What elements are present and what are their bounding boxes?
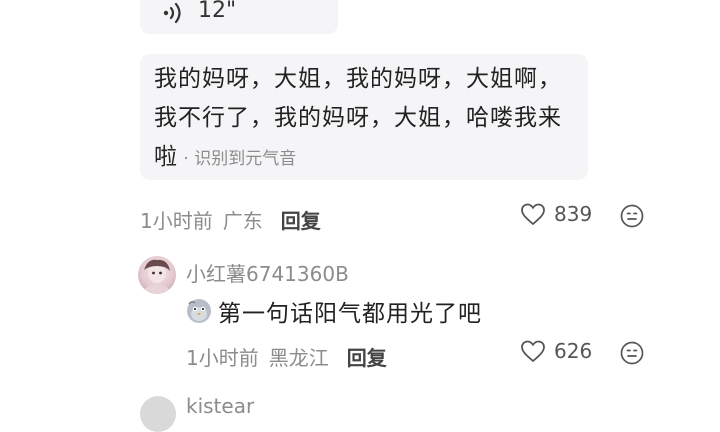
next-comment-avatar[interactable] [140, 396, 176, 432]
transcript-text-block: 我的妈呀，大姐，我的妈呀，大姐啊，我不行了，我的妈呀，大姐，哈喽我来啦 · 识别… [154, 60, 574, 179]
comment-location: 广东 [222, 209, 263, 233]
reply-text: 第一句话阳气都用光了吧 [218, 301, 482, 327]
voice-duration: 12" [198, 0, 237, 23]
transcript-tag: · 识别到元气音 [178, 149, 297, 169]
reply-time: 1小时前 [186, 346, 259, 370]
voice-transcript-box: 我的妈呀，大姐，我的妈呀，大姐啊，我不行了，我的妈呀，大姐，哈喽我来啦 · 识别… [140, 54, 588, 180]
emoji-reaction-icon[interactable] [620, 341, 644, 365]
avatar-image [142, 259, 172, 294]
reply-avatar[interactable] [138, 256, 176, 294]
reply-content: 第一句话阳气都用光了吧 [186, 294, 482, 328]
pigeon-face-icon [187, 299, 211, 323]
comment-time: 1小时前 [140, 209, 213, 233]
reply-reply-button[interactable]: 回复 [347, 342, 387, 371]
comment-meta-row: 1小时前 广东 回复 [140, 205, 321, 234]
reply-meta-row: 1小时前 黑龙江 回复 [186, 342, 387, 371]
comment-reply-button[interactable]: 回复 [281, 205, 321, 234]
reply-like-button[interactable]: 626 [520, 339, 592, 363]
heart-icon [521, 340, 545, 363]
heart-icon [521, 203, 545, 226]
voice-wave-icon [163, 2, 181, 24]
emoji-reaction-icon[interactable] [620, 204, 644, 228]
reply-location: 黑龙江 [268, 346, 329, 370]
reply-username[interactable]: 小红薯6741360B [186, 258, 349, 287]
reply-like-count: 626 [554, 339, 593, 363]
voice-message-bubble[interactable]: 12" [140, 0, 338, 34]
next-comment-username[interactable]: kistear [186, 394, 254, 418]
comment-like-button[interactable]: 839 [520, 202, 592, 226]
comment-like-count: 839 [554, 202, 593, 226]
